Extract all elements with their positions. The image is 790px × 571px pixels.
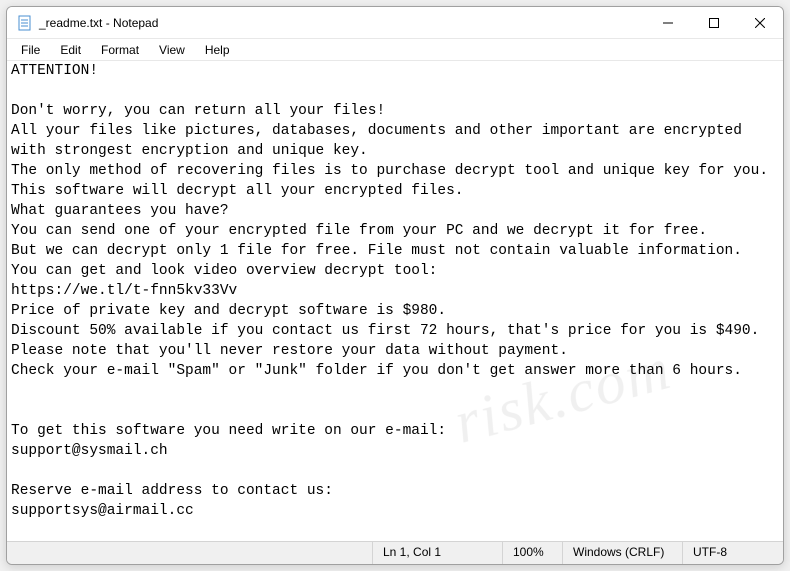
content-area: risk.com <box>7 61 783 541</box>
status-zoom: 100% <box>503 542 563 564</box>
status-encoding: UTF-8 <box>683 542 783 564</box>
notepad-icon <box>17 15 33 31</box>
maximize-button[interactable] <box>691 7 737 39</box>
menu-help[interactable]: Help <box>195 41 240 59</box>
menu-format[interactable]: Format <box>91 41 149 59</box>
window-title: _readme.txt - Notepad <box>39 16 645 30</box>
minimize-button[interactable] <box>645 7 691 39</box>
text-editor[interactable] <box>7 61 783 541</box>
menubar: File Edit Format View Help <box>7 39 783 61</box>
titlebar: _readme.txt - Notepad <box>7 7 783 39</box>
caption-buttons <box>645 7 783 39</box>
close-button[interactable] <box>737 7 783 39</box>
menu-view[interactable]: View <box>149 41 195 59</box>
status-spacer <box>7 542 373 564</box>
statusbar: Ln 1, Col 1 100% Windows (CRLF) UTF-8 <box>7 541 783 564</box>
status-position: Ln 1, Col 1 <box>373 542 503 564</box>
notepad-window: _readme.txt - Notepad File Edit Format V… <box>6 6 784 565</box>
menu-file[interactable]: File <box>11 41 50 59</box>
menu-edit[interactable]: Edit <box>50 41 91 59</box>
status-line-ending: Windows (CRLF) <box>563 542 683 564</box>
